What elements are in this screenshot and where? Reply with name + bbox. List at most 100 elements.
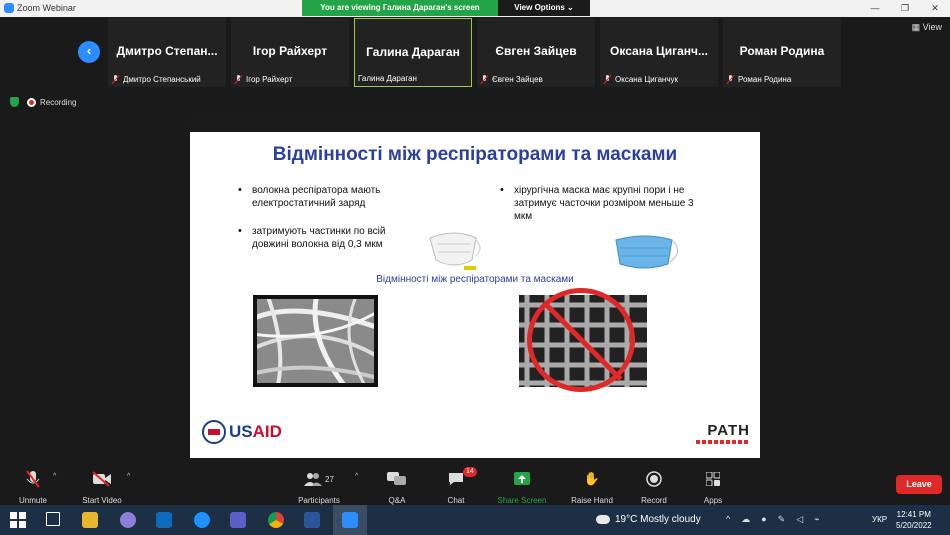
path-logo: PATH [707,422,750,439]
participant-tile[interactable]: Оксана Циганч... Оксана Циганчук [600,18,718,87]
participants-label: Participants [298,496,340,505]
usaid-logo: USAID [202,420,282,444]
slide-bullet: хірургічна маска має крупні пори і не за… [500,184,704,223]
participant-label: Ігор Райхерт [234,75,292,84]
prohibited-icon [527,288,635,392]
outlook-icon[interactable] [156,512,172,528]
participant-label: Галина Дараган [358,74,417,83]
participant-tile[interactable]: Роман Родина Роман Родина [723,18,841,87]
windows-start-icon[interactable] [10,512,26,528]
apps-button[interactable]: Apps [683,469,743,505]
participant-tile[interactable]: Дмитро Степан... Дмитро Степанський [108,18,226,87]
chat-button[interactable]: 14 Chat [426,467,486,505]
mic-muted-icon [480,75,489,84]
record-button[interactable]: Record [624,469,684,505]
participant-tile[interactable]: Ігор Райхерт Ігор Райхерт [231,18,349,87]
participant-label-text: Ігор Райхерт [246,75,293,84]
share-screen-icon [492,469,552,489]
edge-icon[interactable] [194,512,210,528]
participant-label-text: Оксана Циганчук [615,75,679,84]
view-options-button[interactable]: View Options ⌄ [498,0,590,16]
record-label: Record [641,496,667,505]
tray-chevron-icon[interactable]: ^ [726,514,730,525]
participant-tile[interactable]: Євген Зайцев Євген Зайцев [477,18,595,87]
share-banner: You are viewing Галина Дараган's screen [302,0,498,16]
raise-hand-icon: ✋ [583,471,601,486]
zoom-taskbar-icon [342,512,358,528]
meeting-status: Recording [10,97,76,107]
apps-label: Apps [703,496,723,505]
snip-tool-icon[interactable] [120,512,136,528]
onedrive-icon[interactable]: ☁ [741,514,750,525]
share-screen-label: Share Screen [497,496,547,505]
file-explorer-icon[interactable] [82,512,98,528]
participants-button[interactable]: 27 Participants [289,469,349,505]
chat-icon: 14 [426,467,486,489]
close-button[interactable]: ✕ [920,0,950,17]
windows-taskbar: 19°C Mostly cloudy ^ ☁ ● ✎ ◁ ⌁ УКР 12:41… [0,505,950,535]
raise-hand-button[interactable]: ✋ Raise Hand [562,469,622,505]
microphone-icon[interactable]: ● [761,514,766,525]
slide-bullet: волокна респіратора мають електростатичн… [238,184,422,210]
minimize-button[interactable]: — [860,0,890,17]
window-controls: — ❐ ✕ [860,0,950,17]
maximize-button[interactable]: ❐ [890,0,920,17]
surgical-mask-image-icon [615,235,678,269]
share-screen-button[interactable]: Share Screen [492,469,552,505]
slide-top-bar [190,118,760,132]
participant-label: Євген Зайцев [480,75,543,84]
meeting-toolbar: Unmute ^ Start Video ^ 27 Participants ^… [0,463,950,505]
respirator-image-icon [429,232,481,270]
video-options-caret-icon[interactable]: ^ [127,473,130,480]
language-indicator[interactable]: УКР [872,515,887,524]
usaid-logo-us: US [229,422,253,441]
participant-label: Роман Родина [726,75,791,84]
audio-options-caret-icon[interactable]: ^ [53,473,56,480]
participant-name: Галина Дараган [366,45,460,59]
task-view-icon[interactable] [46,512,60,526]
path-logo-stripe [696,440,748,444]
pen-icon[interactable]: ✎ [778,514,786,525]
record-icon [624,469,684,489]
slide-bullet: затримують частинки по всій довжині воло… [238,225,422,251]
raise-hand-label: Raise Hand [571,496,613,505]
qa-button[interactable]: Q&A [367,469,427,505]
cloud-icon [596,515,610,524]
participant-label: Дмитро Степанський [111,75,201,84]
start-video-label: Start Video [82,496,122,505]
zoom-taskbar-active[interactable] [333,505,367,535]
shared-screen[interactable]: Відмінності між респіраторами та масками… [190,118,760,458]
mic-muted-icon [111,75,120,84]
chrome-icon[interactable] [268,512,284,528]
participant-name: Оксана Циганч... [610,44,708,58]
respirator-fiber-image [253,295,378,387]
unmute-label: Unmute [18,496,47,505]
mic-muted-icon [603,75,612,84]
previous-page-button[interactable]: ‹ [78,41,100,63]
zoom-logo-icon [4,3,14,13]
mic-muted-icon [726,75,735,84]
start-video-button[interactable]: Start Video [72,469,132,505]
recording-label: Recording [40,97,77,107]
security-shield-icon[interactable] [10,97,19,107]
system-tray: ^ ☁ ● ✎ ◁ ⌁ [726,514,820,525]
window-title: Zoom Webinar [17,3,76,13]
teams-icon[interactable] [230,512,246,528]
word-icon[interactable] [304,512,320,528]
network-icon[interactable]: ⌁ [814,514,819,525]
participant-name: Роман Родина [739,44,825,58]
participant-tile-active[interactable]: Галина Дараган Галина Дараган [354,18,472,87]
chat-badge: 14 [463,467,477,477]
participant-label-text: Дмитро Степанський [123,75,201,84]
clock-time: 12:41 PM [896,510,931,519]
taskbar-clock[interactable]: 12:41 PM 5/20/2022 [896,509,932,531]
clock-date: 5/20/2022 [896,521,932,530]
weather-widget[interactable]: 19°C Mostly cloudy [596,514,701,525]
participant-label-text: Роман Родина [738,75,792,84]
apps-icon [683,469,743,489]
participants-options-caret-icon[interactable]: ^ [355,473,358,480]
mic-muted-icon [234,75,243,84]
leave-button[interactable]: Leave [896,475,942,494]
speaker-icon[interactable]: ◁ [796,514,803,525]
qa-label: Q&A [388,496,406,505]
